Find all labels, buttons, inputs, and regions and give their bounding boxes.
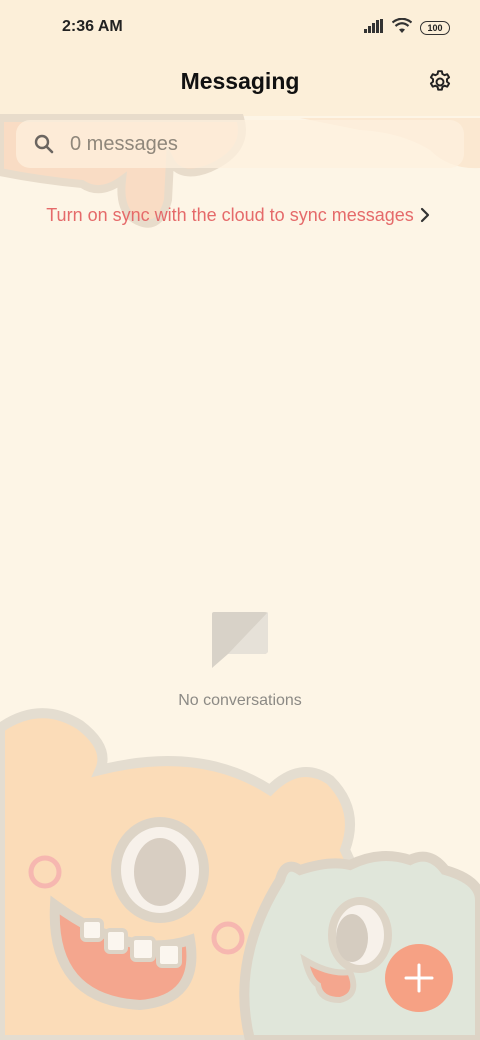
status-time: 2:36 AM [62, 18, 123, 35]
battery-icon: 100 [420, 21, 450, 35]
signal-icon [364, 18, 384, 38]
settings-button[interactable] [424, 66, 456, 98]
wifi-icon [391, 17, 413, 39]
plus-icon [404, 963, 434, 993]
sync-banner[interactable]: Turn on sync with the cloud to sync mess… [0, 198, 480, 232]
search-bar[interactable]: 0 messages [16, 120, 464, 168]
empty-state-text: No conversations [178, 692, 302, 709]
new-message-button[interactable] [385, 944, 453, 1012]
search-placeholder: 0 messages [70, 132, 178, 155]
empty-state: No conversations [0, 608, 480, 710]
status-bar: 2:36 AM 100 [0, 0, 480, 56]
sync-banner-text: Turn on sync with the cloud to sync mess… [46, 204, 414, 225]
gear-icon [429, 70, 451, 91]
status-icons: 100 [364, 17, 450, 39]
chevron-right-icon [420, 206, 434, 224]
search-icon [32, 132, 56, 156]
page-title: Messaging [180, 68, 300, 94]
app-header: Messaging [0, 56, 480, 112]
battery-level: 100 [427, 23, 443, 33]
message-bubble-icon [212, 612, 268, 668]
